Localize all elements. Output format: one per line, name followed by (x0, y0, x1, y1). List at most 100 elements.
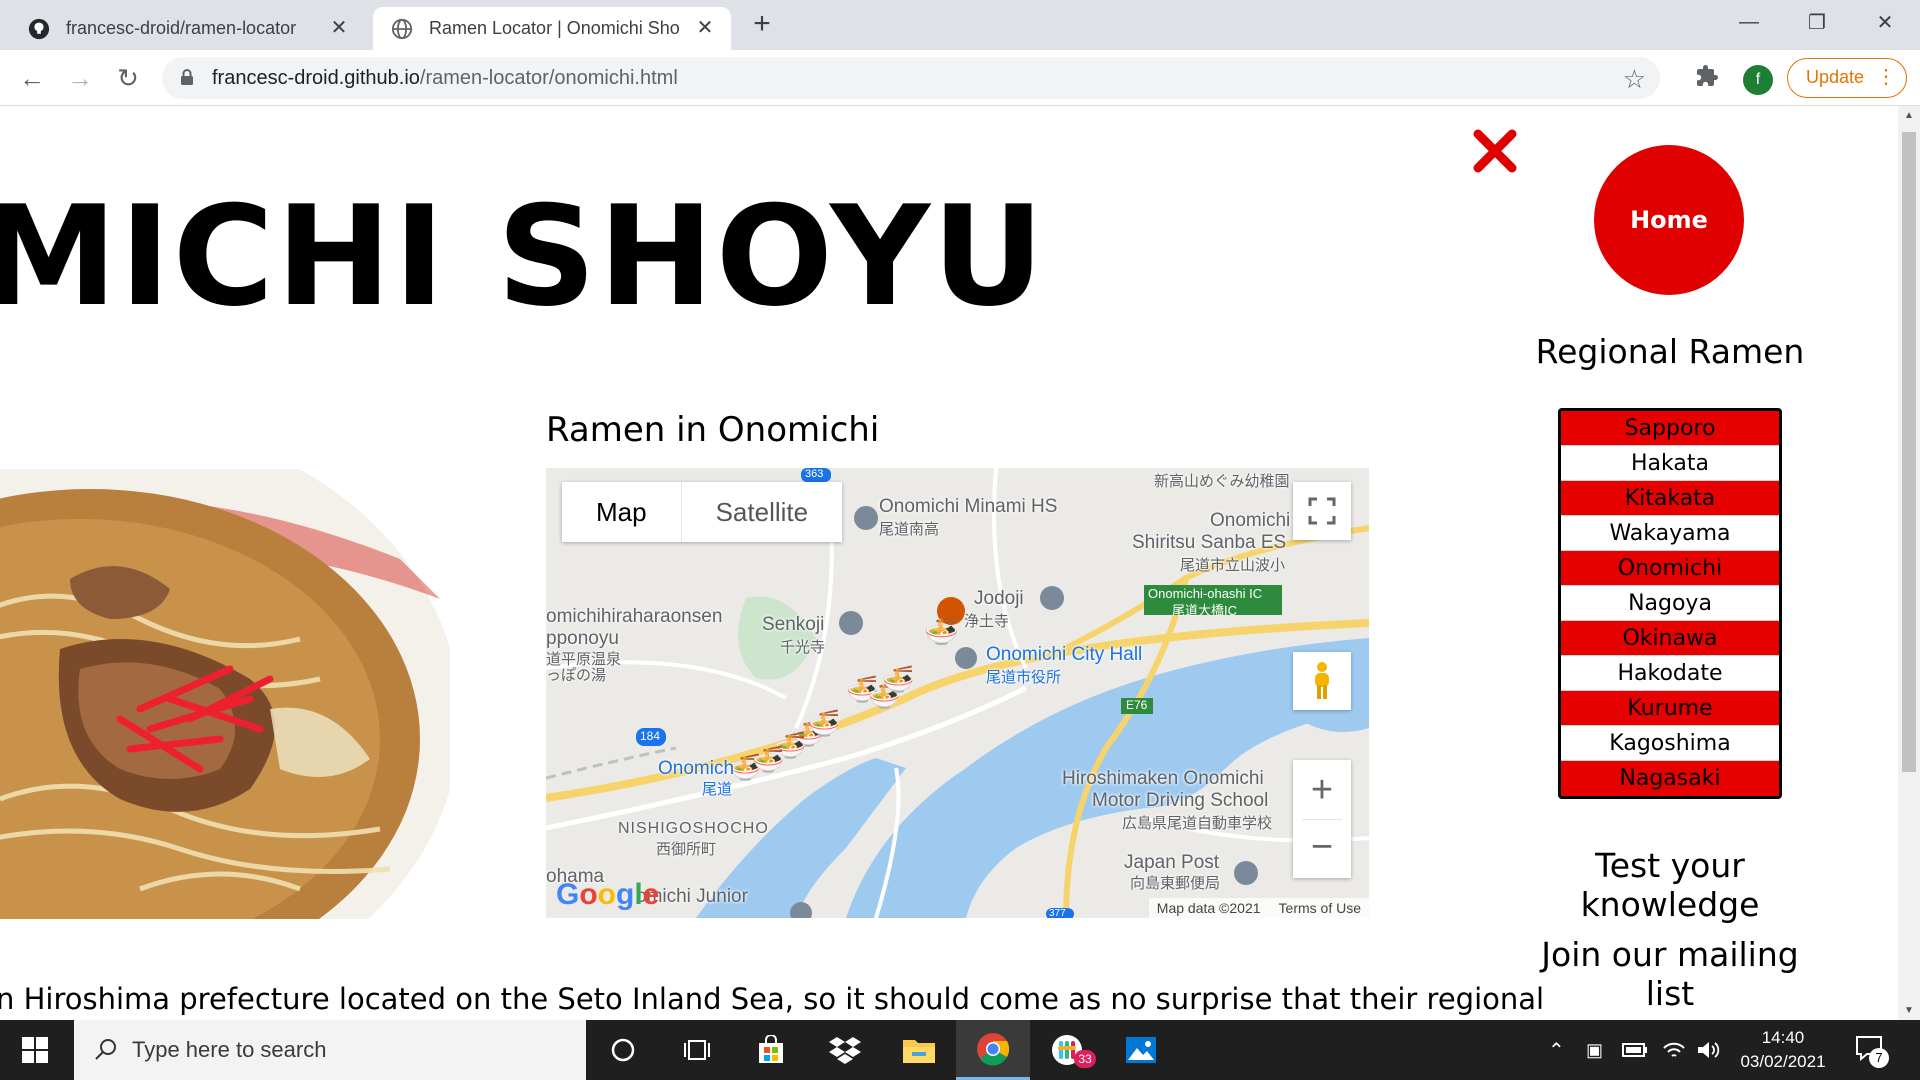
map-type-map-button[interactable]: Map (562, 482, 681, 542)
url-host: francesc-droid.github.io (212, 67, 420, 89)
url-path: /ramen-locator/onomichi.html (419, 67, 678, 89)
map-label: NISHIGOSHOCHO (618, 820, 769, 837)
map-label: Onomichi City Hall (986, 644, 1143, 665)
window-close-icon[interactable]: ✕ (1856, 0, 1914, 44)
url-text: francesc-droid.github.io/ramen-locator/o… (212, 67, 678, 90)
photos-icon[interactable] (1104, 1020, 1178, 1080)
zoom-in-icon[interactable]: + (1311, 761, 1333, 819)
ramen-marker-icon[interactable]: 🍜 (882, 664, 914, 695)
street-view-pegman-icon[interactable] (1293, 652, 1351, 710)
map-label: 浄土寺 (964, 613, 1010, 630)
device-icon[interactable]: ▣ (1586, 1020, 1603, 1080)
task-view-icon[interactable] (660, 1020, 734, 1080)
windows-start-icon[interactable] (0, 1020, 70, 1080)
file-explorer-icon[interactable] (882, 1020, 956, 1080)
map-label: Hiroshimaken Onomichi (1062, 768, 1264, 789)
map-data-credit: Map data ©2021 (1156, 900, 1261, 916)
map-type-satellite-button[interactable]: Satellite (680, 482, 843, 542)
page-title: MICHI SHOYU (0, 176, 1047, 337)
scroll-up-arrow-icon[interactable]: ▲ (1898, 110, 1920, 121)
home-button[interactable]: Home (1594, 145, 1744, 295)
zoom-controls: + − (1293, 760, 1351, 878)
reload-icon[interactable]: ↻ (110, 60, 146, 96)
search-icon (94, 1037, 118, 1066)
fullscreen-icon[interactable] (1293, 482, 1351, 540)
road-shield: E76 (1126, 698, 1148, 712)
page-scrollbar[interactable]: ▲ ▼ (1898, 106, 1920, 1020)
map-label: 尾道 (702, 781, 733, 798)
search-placeholder: Type here to search (132, 1037, 327, 1062)
region-link-onomichi[interactable]: Onomichi (1561, 551, 1779, 586)
extensions-puzzle-icon[interactable] (1695, 64, 1719, 95)
close-menu-icon[interactable] (1470, 126, 1520, 176)
minimize-icon[interactable]: — (1720, 0, 1778, 44)
region-link-hakodate[interactable]: Hakodate (1561, 656, 1779, 691)
new-tab-button[interactable]: + (746, 9, 778, 41)
tab-github[interactable]: francesc-droid/ramen-locator ✕ (10, 7, 365, 50)
google-logo: Google (556, 878, 660, 911)
dropbox-icon[interactable] (808, 1020, 882, 1080)
battery-icon[interactable] (1622, 1020, 1648, 1080)
notification-count: 7 (1869, 1048, 1889, 1068)
close-icon[interactable]: ✕ (329, 18, 349, 38)
map-label: Onomichi Minami HS (879, 496, 1058, 517)
regional-ramen-heading: Regional Ramen (1535, 332, 1805, 371)
map-label: Japan Post (1124, 852, 1220, 873)
region-link-nagasaki[interactable]: Nagasaki (1561, 761, 1779, 796)
region-link-okinawa[interactable]: Okinawa (1561, 621, 1779, 656)
region-link-wakayama[interactable]: Wakayama (1561, 516, 1779, 551)
region-link-hakata[interactable]: Hakata (1561, 446, 1779, 481)
taskbar-search-box[interactable]: Type here to search (74, 1020, 586, 1080)
clock-date: 03/02/2021 (1740, 1052, 1826, 1071)
map-label: Jodoji (974, 588, 1024, 609)
region-link-kitakata[interactable]: Kitakata (1561, 481, 1779, 516)
taskbar-clock[interactable]: 14:40 03/02/2021 (1728, 1026, 1838, 1074)
mailing-list-link[interactable]: Join our mailing list (1520, 935, 1820, 1013)
zoom-out-icon[interactable]: − (1311, 820, 1333, 878)
ramen-bowl-image (0, 469, 450, 919)
map-label: Onomichi-ohashi IC (1148, 586, 1263, 601)
region-link-nagoya[interactable]: Nagoya (1561, 586, 1779, 621)
cortana-icon[interactable] (586, 1020, 660, 1080)
map-label: 尾道市役所 (986, 669, 1062, 686)
road-shield: 377 (1049, 908, 1066, 918)
page-content: MICHI SHOYU Ramen in Onomichi 🍜 🍜 🍜 🍜 🍜 … (0, 106, 1898, 1020)
ramen-marker-icon[interactable]: 🍜 (924, 614, 959, 647)
update-button[interactable]: Update ⋮ (1787, 58, 1907, 98)
bookmark-star-icon[interactable]: ☆ (1623, 64, 1646, 95)
ramen-marker-icon[interactable]: 🍜 (808, 708, 840, 739)
scrollbar-thumb[interactable] (1902, 132, 1916, 772)
close-icon[interactable]: ✕ (695, 18, 715, 38)
map-label: っぽの湯 (546, 667, 607, 684)
notification-center-icon[interactable]: 7 (1855, 1034, 1891, 1068)
scroll-down-arrow-icon[interactable]: ▼ (1898, 1005, 1920, 1016)
region-link-kagoshima[interactable]: Kagoshima (1561, 726, 1779, 761)
regional-ramen-list: Sapporo Hakata Kitakata Wakayama Onomich… (1558, 408, 1782, 799)
terms-link[interactable]: Terms of Use (1279, 900, 1361, 916)
map-label: 尾道南高 (879, 521, 940, 538)
back-arrow-icon[interactable]: ← (14, 60, 50, 96)
region-link-sapporo[interactable]: Sapporo (1561, 411, 1779, 446)
profile-avatar[interactable]: f (1743, 65, 1773, 95)
google-map[interactable]: 🍜 🍜 🍜 🍜 🍜 🍜 🍜 🍜 🍜 Onomichi Minami HS 尾道南… (546, 468, 1369, 918)
chrome-icon[interactable] (956, 1020, 1030, 1080)
address-bar[interactable]: francesc-droid.github.io/ramen-locator/o… (162, 57, 1660, 99)
forward-arrow-icon[interactable]: → (62, 60, 98, 96)
wifi-icon[interactable] (1662, 1020, 1686, 1080)
slack-icon[interactable]: 33 (1030, 1020, 1104, 1080)
microsoft-store-icon[interactable] (734, 1020, 808, 1080)
region-link-kurume[interactable]: Kurume (1561, 691, 1779, 726)
map-label: pponoyu (546, 628, 619, 649)
map-attribution: Map data ©2021 Terms of Use (1148, 898, 1369, 918)
volume-icon[interactable] (1696, 1020, 1720, 1080)
globe-icon (391, 18, 413, 40)
tab-ramen-locator[interactable]: Ramen Locator | Onomichi Shoyu ✕ (373, 7, 731, 50)
ramen-marker-icon[interactable]: 🍜 (752, 744, 784, 775)
restore-icon[interactable]: ❐ (1788, 0, 1846, 44)
map-label: Motor Driving School (1092, 790, 1269, 811)
clock-time: 14:40 (1761, 1028, 1805, 1047)
show-hidden-icons-chevron-icon[interactable]: ⌃ (1548, 1020, 1565, 1080)
quiz-link[interactable]: Test your knowledge (1520, 846, 1820, 924)
more-vert-icon: ⋮ (1876, 66, 1896, 88)
map-label: omichihiraharaonsen (546, 606, 723, 627)
